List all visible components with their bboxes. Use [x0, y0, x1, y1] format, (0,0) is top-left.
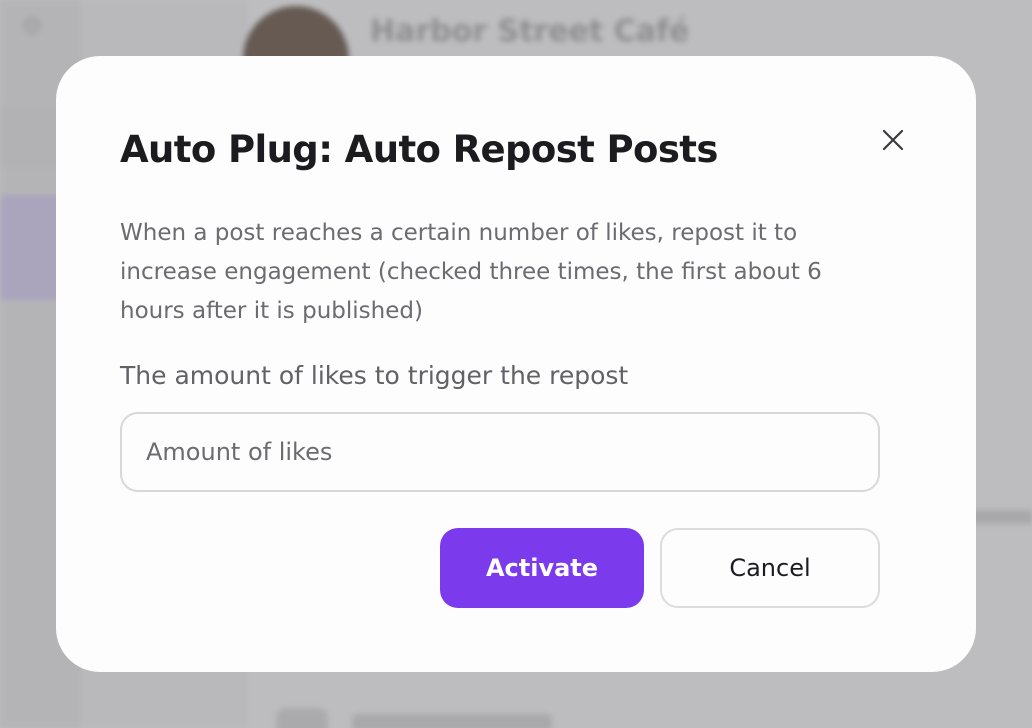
background-menu-icon	[22, 16, 42, 36]
background-list-text	[352, 714, 552, 728]
auto-repost-modal: Auto Plug: Auto Repost Posts When a post…	[56, 56, 976, 672]
close-button[interactable]	[873, 121, 913, 161]
likes-field-label: The amount of likes to trigger the repos…	[120, 361, 629, 390]
likes-amount-input[interactable]	[120, 412, 880, 492]
modal-description: When a post reaches a certain number of …	[120, 220, 822, 324]
app-window: Harbor Street Café Auto Plug: Auto Repos…	[0, 0, 1032, 728]
activate-button[interactable]: Activate	[440, 528, 644, 608]
modal-title: Auto Plug: Auto Repost Posts	[120, 128, 718, 171]
background-list-icon	[276, 708, 328, 728]
background-page-title: Harbor Street Café	[370, 14, 690, 49]
cancel-button[interactable]: Cancel	[660, 528, 880, 608]
close-icon	[882, 129, 904, 154]
